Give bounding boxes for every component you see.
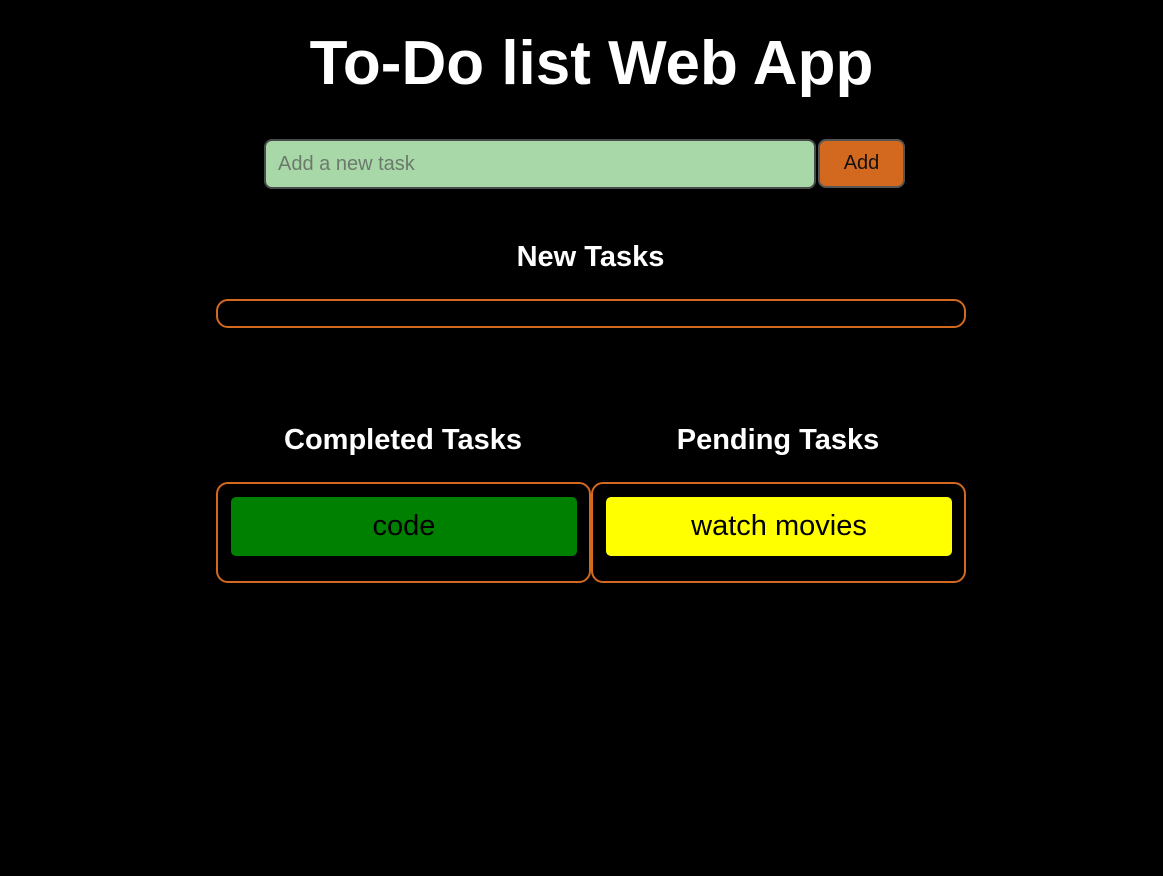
completed-tasks-heading: Completed Tasks [284, 424, 522, 456]
todo-app: To-Do list Web App Add New Tasks Complet… [0, 0, 1163, 876]
page-title: To-Do list Web App [309, 29, 874, 98]
completed-tasks-list: code [216, 482, 591, 583]
pending-tasks-list: watch movies [591, 482, 966, 583]
pending-tasks-heading: Pending Tasks [676, 424, 880, 456]
new-tasks-heading: New Tasks [516, 241, 665, 273]
add-task-button[interactable]: Add [818, 139, 905, 188]
pending-task-item[interactable]: watch movies [606, 497, 952, 556]
new-tasks-list [216, 299, 966, 328]
completed-task-item[interactable]: code [231, 497, 577, 556]
new-task-input[interactable] [264, 139, 816, 189]
